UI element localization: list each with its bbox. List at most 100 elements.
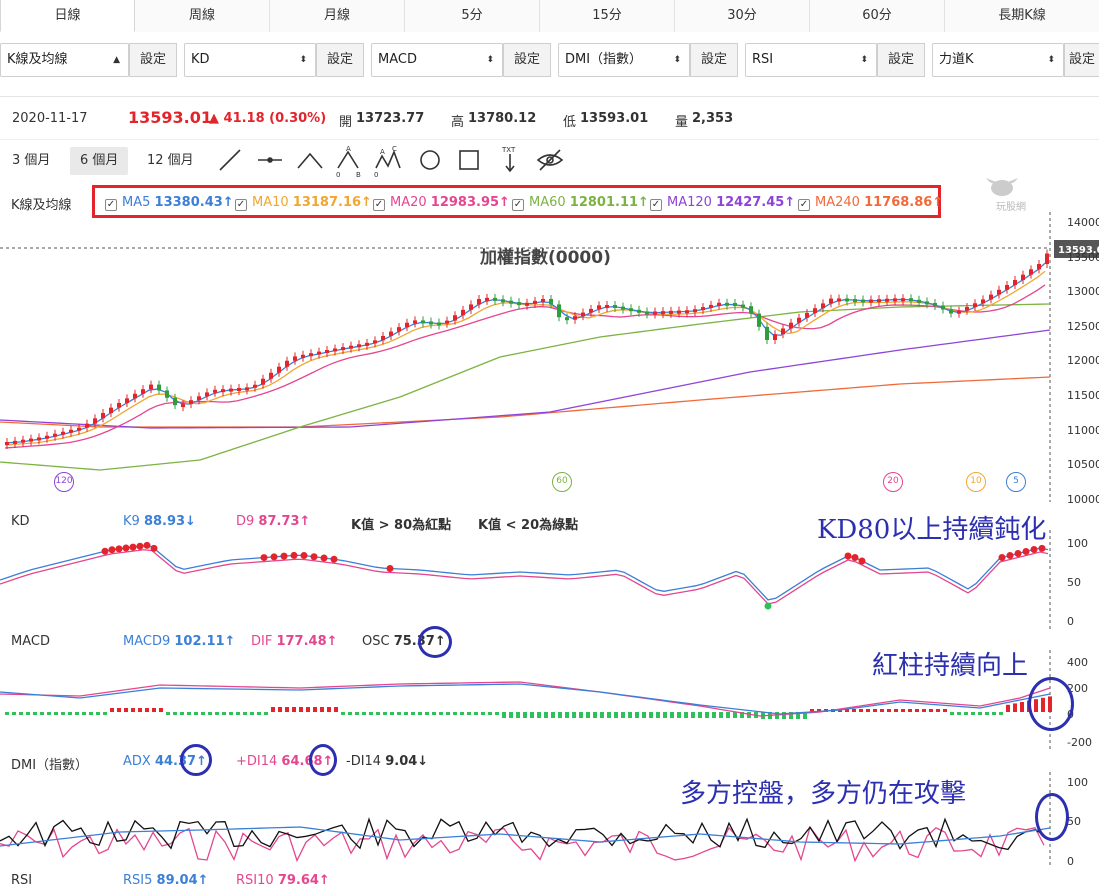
select-value: RSI: [752, 52, 774, 67]
candle-body: [901, 298, 905, 302]
main-indicator-settings-button[interactable]: 設定: [129, 43, 177, 77]
indicator3-settings-button[interactable]: 設定: [503, 43, 551, 77]
osc-bar: [964, 712, 968, 715]
range-12m-button[interactable]: 12 個月: [137, 147, 204, 175]
candle-body: [789, 322, 793, 329]
dmi-annotation: 多方控盤，多方仍在攻擊: [680, 779, 967, 809]
hide-drawings-icon[interactable]: [536, 149, 564, 171]
macd-annotation: 紅柱持續向上: [872, 651, 1029, 681]
osc-bar: [362, 712, 366, 715]
osc-bar: [600, 712, 604, 718]
candle-body: [365, 342, 369, 346]
ma240-legend[interactable]: ✓ MA240 11768.86↑: [798, 195, 943, 211]
checkbox-icon[interactable]: ✓: [650, 199, 662, 211]
tab-5min[interactable]: 5分: [405, 0, 540, 32]
checkbox-icon[interactable]: ✓: [235, 199, 247, 211]
tab-30min[interactable]: 30分: [675, 0, 810, 32]
high-label: 高: [451, 115, 465, 130]
abc-pattern-icon[interactable]: 0 A B: [336, 145, 361, 178]
range-6m-button[interactable]: 6 個月: [70, 147, 129, 175]
indicator4-settings-button[interactable]: 設定: [690, 43, 738, 77]
ma20-legend[interactable]: ✓ MA20 12983.95↑: [373, 195, 510, 211]
osc-bar: [551, 712, 555, 718]
osc-bar: [320, 707, 324, 712]
osc-bar: [621, 712, 625, 718]
indicator3-select[interactable]: MACD ⬍: [371, 43, 503, 77]
osc-bar: [229, 712, 233, 715]
checkbox-icon[interactable]: ✓: [798, 199, 810, 211]
kd-red-dot: [1006, 552, 1014, 559]
indicator6-select[interactable]: 力道K ⬍: [932, 43, 1064, 77]
tab-60min[interactable]: 60分: [810, 0, 945, 32]
ma60-legend[interactable]: ✓ MA60 12801.11↑: [512, 195, 649, 211]
candle-body: [525, 302, 529, 306]
osc-bar: [292, 707, 296, 712]
tab-weekly[interactable]: 周線: [135, 0, 270, 32]
circle-tool-icon[interactable]: [420, 150, 440, 170]
candle-body: [237, 387, 241, 391]
indicator5-select[interactable]: RSI ⬍: [745, 43, 877, 77]
candle-body: [245, 387, 249, 391]
volume-value: 2,353: [692, 111, 734, 126]
candle-body: [165, 390, 169, 398]
osc-bar: [607, 712, 611, 718]
kd-axis-0: 0: [1067, 615, 1074, 628]
candle-body: [413, 320, 417, 324]
osc-bar: [201, 712, 205, 715]
volume-label: 量: [675, 115, 689, 130]
angle-line-icon[interactable]: [297, 152, 323, 169]
macd-highlight-circle: [1028, 677, 1074, 731]
osc-bar: [208, 712, 212, 715]
checkbox-icon[interactable]: ✓: [512, 199, 524, 211]
osc-bar: [418, 712, 422, 715]
osc-bar: [306, 707, 310, 712]
osc-bar: [985, 712, 989, 715]
osc-bar: [950, 712, 954, 715]
candle-body: [101, 413, 105, 419]
ma5-legend[interactable]: ✓ MA5 13380.43↑: [105, 195, 234, 211]
tab-monthly[interactable]: 月線: [270, 0, 405, 32]
candle-body: [845, 298, 849, 302]
candle-body: [909, 298, 913, 302]
tab-long-term[interactable]: 長期K線: [945, 0, 1099, 32]
osc-bar: [1013, 703, 1017, 712]
osc-bar: [670, 712, 674, 718]
candle-body: [181, 404, 185, 408]
candle-body: [581, 312, 585, 317]
text-tool-icon[interactable]: TXT: [501, 146, 516, 173]
open-value: 13723.77: [356, 111, 425, 126]
ma120-legend[interactable]: ✓ MA120 12427.45↑: [650, 195, 795, 211]
checkbox-icon[interactable]: ✓: [373, 199, 385, 211]
osc-bar: [19, 712, 23, 715]
k9-line: [0, 545, 1049, 601]
kd-red-dot: [122, 544, 130, 552]
rectangle-tool-icon[interactable]: [459, 150, 479, 170]
tab-15min[interactable]: 15分: [540, 0, 675, 32]
osc-bar: [635, 712, 639, 718]
main-indicator-select[interactable]: K線及均線 ▲: [0, 43, 129, 77]
checkbox-icon[interactable]: ✓: [105, 199, 117, 211]
ma10-legend[interactable]: ✓ MA10 13187.16↑: [235, 195, 372, 211]
candle-body: [701, 307, 705, 311]
tab-daily[interactable]: 日線: [0, 0, 135, 32]
trend-line-icon[interactable]: [219, 149, 241, 171]
osc-bar: [250, 712, 254, 715]
range-3m-button[interactable]: 3 個月: [2, 147, 60, 175]
indicator5-settings-button[interactable]: 設定: [877, 43, 925, 77]
indicator2-select[interactable]: KD ⬍: [184, 43, 316, 77]
candle-body: [1021, 274, 1025, 280]
bull-logo-icon: [986, 178, 1018, 196]
indicator4-select[interactable]: DMI（指數） ⬍: [558, 43, 690, 77]
wave-pattern-icon[interactable]: 0 A C: [374, 145, 401, 178]
osc-bar: [992, 712, 996, 715]
indicator6-settings-button[interactable]: 設定: [1064, 43, 1099, 77]
candle-body: [1013, 280, 1017, 285]
osc-bar: [12, 712, 16, 715]
osc-bar: [1006, 704, 1010, 712]
candle-body: [869, 299, 873, 303]
drawing-toolbar: 0AB 0A C TXT: [219, 145, 564, 178]
candle-body: [797, 317, 801, 323]
indicator2-settings-button[interactable]: 設定: [316, 43, 364, 77]
horizontal-line-icon[interactable]: [258, 157, 282, 163]
timeframe-tabs: 日線 周線 月線 5分 15分 30分 60分 長期K線: [0, 0, 1099, 32]
